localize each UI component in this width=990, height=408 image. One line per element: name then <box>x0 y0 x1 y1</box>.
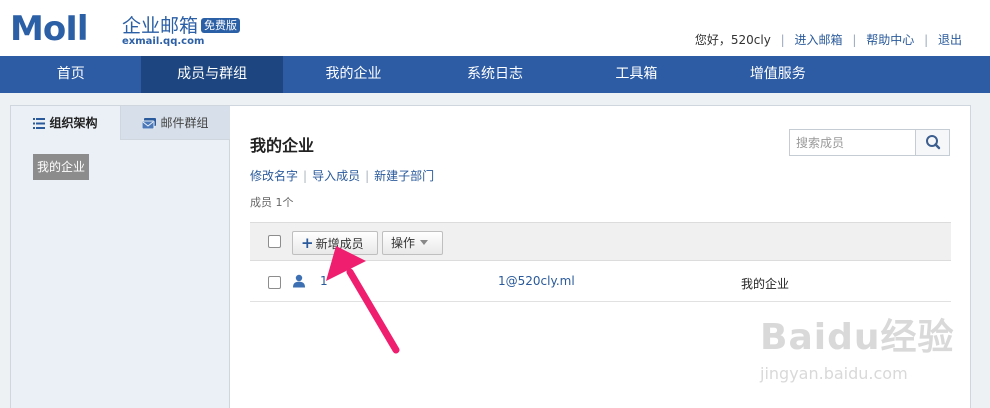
separator: | <box>303 169 308 183</box>
search-input[interactable] <box>790 130 915 155</box>
nav-toolbox[interactable]: 工具箱 <box>566 56 707 93</box>
org-tree-root[interactable]: 我的企业 <box>33 154 90 180</box>
search-button[interactable] <box>915 130 949 155</box>
member-search <box>789 129 950 156</box>
logo-product-name: 企业邮箱 <box>122 15 199 37</box>
main-panel: 组织架构 邮件群组 我的企业 我的企业 修改名字 | 导入成员 | 新建子部门 成员 1… <box>10 105 971 408</box>
nav-home[interactable]: 首页 <box>0 56 141 93</box>
chevron-down-icon <box>420 240 429 245</box>
sidebar: 组织架构 邮件群组 我的企业 <box>11 106 230 408</box>
mail-group-icon <box>141 108 157 142</box>
nav-value-added[interactable]: 增值服务 <box>707 56 848 93</box>
header: MoIl 企业邮箱 免费版 exmail.qq.com 您好，520cly | 进… <box>0 0 990 56</box>
nav-system-log[interactable]: 系统日志 <box>424 56 565 93</box>
dept-actions: 修改名字 | 导入成员 | 新建子部门 <box>250 167 434 184</box>
list-icon <box>33 108 46 142</box>
sidebar-tabs: 组织架构 邮件群组 <box>11 106 230 140</box>
tab-org-structure[interactable]: 组织架构 <box>11 106 120 140</box>
user-icon <box>292 274 306 291</box>
add-member-label: 新增成员 <box>315 237 364 251</box>
tab-mail-groups[interactable]: 邮件群组 <box>120 106 230 140</box>
user-greeting: 您好，520cly <box>694 33 771 47</box>
logo-domain: exmail.qq.com <box>122 36 205 47</box>
enter-mailbox-link[interactable]: 进入邮箱 <box>795 33 843 47</box>
separator: | <box>780 33 785 47</box>
search-icon <box>926 135 941 150</box>
content-area: 我的企业 修改名字 | 导入成员 | 新建子部门 成员 1个 +新增成员 操作 <box>231 106 970 408</box>
separator: | <box>852 33 857 47</box>
separator: | <box>924 33 929 47</box>
free-edition-badge: 免费版 <box>201 18 241 33</box>
rename-link[interactable]: 修改名字 <box>250 169 298 183</box>
member-count: 成员 1个 <box>250 196 294 209</box>
table-row[interactable]: 1 1@520cly.ml 我的企业 <box>250 262 951 302</box>
tab-mail-groups-label: 邮件群组 <box>160 116 209 130</box>
logout-link[interactable]: 退出 <box>938 33 962 47</box>
import-members-link[interactable]: 导入成员 <box>312 169 360 183</box>
tab-org-structure-label: 组织架构 <box>49 116 98 130</box>
logo-chinese-name: 企业邮箱 免费版 <box>122 15 241 37</box>
operate-label: 操作 <box>391 236 416 250</box>
help-center-link[interactable]: 帮助中心 <box>866 33 914 47</box>
watermark-main: Baidu经验 <box>760 317 955 358</box>
add-member-button[interactable]: + 新增成员 <box>292 231 378 255</box>
separator: | <box>365 169 370 183</box>
logo-wordmark: MoIl <box>10 9 88 49</box>
nav-my-enterprise[interactable]: 我的企业 <box>283 56 424 93</box>
member-toolbar: + 新增成员 操作 <box>250 222 951 261</box>
watermark-sub: jingyan.baidu.com <box>760 364 908 383</box>
baidu-watermark: Baidu经验 jingyan.baidu.com <box>760 317 955 384</box>
select-all-checkbox[interactable] <box>268 235 281 248</box>
operate-dropdown[interactable]: 操作 <box>382 231 443 255</box>
plus-icon: + <box>301 234 314 252</box>
user-bar: 您好，520cly | 进入邮箱 | 帮助中心 | 退出 <box>695 31 962 48</box>
member-dept: 我的企业 <box>741 277 790 291</box>
member-email: 1@520cly.ml <box>498 274 575 288</box>
new-sub-dept-link[interactable]: 新建子部门 <box>374 169 434 183</box>
page-title: 我的企业 <box>250 136 315 155</box>
nav-members-groups[interactable]: 成员与群组 <box>141 56 283 93</box>
member-name[interactable]: 1 <box>320 274 328 288</box>
main-nav: 首页 成员与群组 我的企业 系统日志 工具箱 增值服务 <box>0 56 990 93</box>
row-checkbox[interactable] <box>268 276 281 289</box>
